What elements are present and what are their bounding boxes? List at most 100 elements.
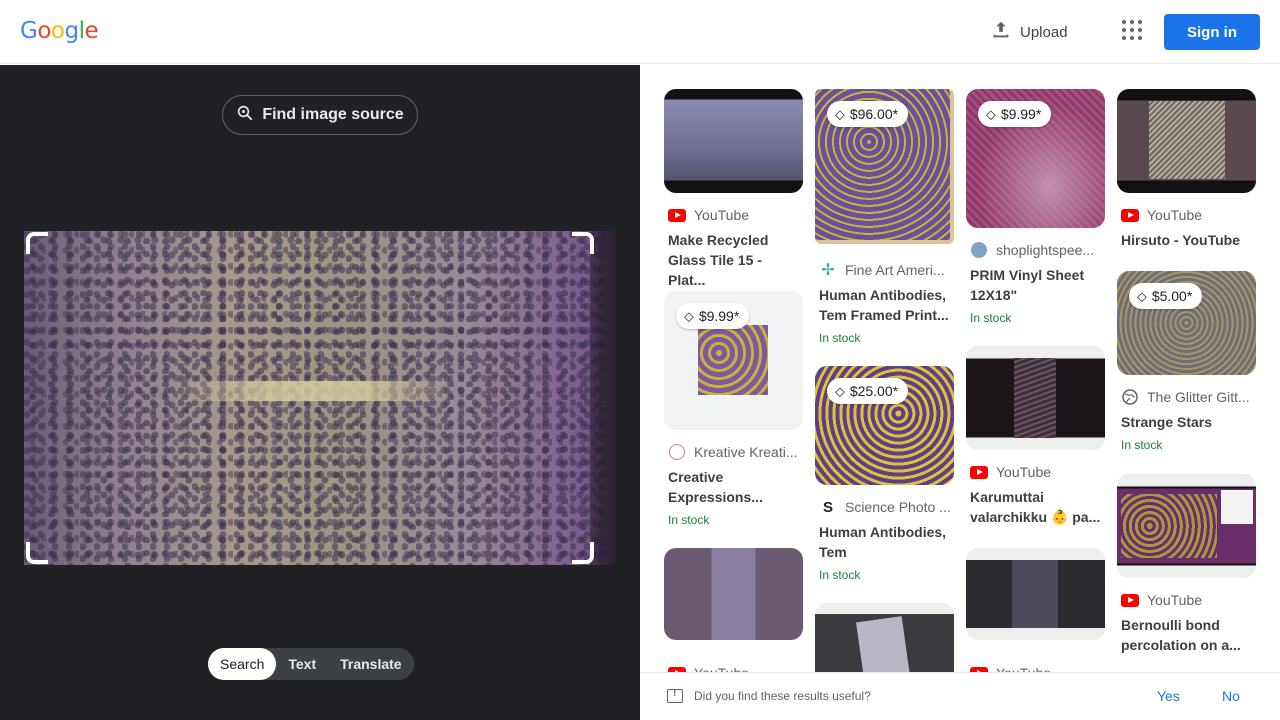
feedback-bar: Did you find these results useful? Yes N… xyxy=(640,672,1280,720)
selected-image xyxy=(24,231,616,565)
result-title[interactable]: Human Antibodies, Tem xyxy=(819,522,951,562)
price-tag: ⬦ $9.99* xyxy=(978,101,1052,127)
result-thumbnail[interactable]: ⬦ $25.00* xyxy=(815,366,954,485)
result-source-label: Kreative Kreati... xyxy=(694,444,798,460)
tag-icon: ⬦ xyxy=(835,382,845,399)
image-door xyxy=(1012,560,1058,628)
price-label: $9.99* xyxy=(698,308,740,324)
result-thumbnail[interactable] xyxy=(966,346,1105,450)
result-title[interactable]: PRIM Vinyl Sheet 12X18" xyxy=(970,265,1102,305)
sign-in-button[interactable]: Sign in xyxy=(1164,14,1260,50)
sciencephoto-icon: S xyxy=(822,498,833,516)
globe-icon xyxy=(1121,388,1139,406)
logo-letter: o xyxy=(37,18,51,44)
result-thumbnail[interactable] xyxy=(815,603,954,683)
result-thumbnail[interactable] xyxy=(664,548,803,640)
tag-icon: ⬦ xyxy=(1137,287,1147,304)
feedback-question: Did you find these results useful? xyxy=(694,689,871,703)
result-thumbnail[interactable]: ⬦ $9.99* xyxy=(966,89,1105,228)
crop-handle-top-right[interactable] xyxy=(572,232,594,254)
stock-status: In stock xyxy=(819,568,861,582)
product-photo xyxy=(698,325,768,395)
logo-letter: o xyxy=(50,18,65,44)
mode-text[interactable]: Text xyxy=(276,648,328,680)
google-logo[interactable]: Google xyxy=(20,18,99,44)
result-thumbnail[interactable]: ⬦ $9.99* xyxy=(664,291,803,430)
upload-button[interactable]: Upload xyxy=(990,18,1068,46)
result-source-label: YouTube xyxy=(996,464,1052,480)
image-lattice xyxy=(1121,494,1217,558)
result-source: S Science Photo ... xyxy=(819,498,958,516)
results-panel: YouTube Make Recycled Glass Tile 15 - Pl… xyxy=(640,65,1280,720)
stock-status: In stock xyxy=(970,311,1012,325)
result-source-label: Science Photo ... xyxy=(845,499,951,515)
result-source: YouTube xyxy=(1121,206,1260,224)
price-label: $5.00* xyxy=(1151,288,1193,304)
lens-search-icon xyxy=(236,104,254,127)
result-source: ✢ Fine Art Ameri... xyxy=(819,261,958,279)
lens-mode-switch: Search Text Translate xyxy=(208,648,414,680)
price-tag: ⬦ $9.99* xyxy=(676,303,750,329)
result-title[interactable]: Creative Expressions... xyxy=(668,467,800,507)
tag-icon: ⬦ xyxy=(986,105,996,122)
price-label: $9.99* xyxy=(1000,106,1042,122)
result-title[interactable]: Bernoulli bond percolation on a... xyxy=(1121,615,1253,655)
crop-handle-bottom-right[interactable] xyxy=(572,542,594,564)
image-texture xyxy=(1149,101,1225,179)
result-source: Kreative Kreati... xyxy=(668,443,807,461)
result-source: The Glitter Gitt... xyxy=(1121,388,1260,406)
upload-icon xyxy=(990,19,1012,45)
result-title[interactable]: Make Recycled Glass Tile 15 - Plat... xyxy=(668,230,800,290)
result-source-label: YouTube xyxy=(1147,207,1203,223)
youtube-icon xyxy=(970,463,988,481)
price-tag: ⬦ $96.00* xyxy=(827,101,909,127)
result-title[interactable]: Karumuttai valarchikku 👶 pa... xyxy=(970,487,1102,527)
youtube-icon xyxy=(1121,591,1139,609)
find-image-source-button[interactable]: Find image source xyxy=(222,95,418,135)
upload-label: Upload xyxy=(1020,23,1068,41)
fineart-icon: ✢ xyxy=(821,262,835,279)
result-source: YouTube xyxy=(970,463,1109,481)
price-label: $25.00* xyxy=(849,383,899,399)
result-thumbnail[interactable] xyxy=(664,89,803,193)
tag-icon: ⬦ xyxy=(684,307,694,324)
result-source: shoplightspee... xyxy=(970,241,1109,259)
feedback-icon xyxy=(667,688,683,703)
result-source: YouTube xyxy=(1121,591,1260,609)
result-source-label: The Glitter Gitt... xyxy=(1147,389,1250,405)
mode-translate[interactable]: Translate xyxy=(328,648,413,680)
result-title[interactable]: Human Antibodies, Tem Framed Print... xyxy=(819,285,951,325)
crop-handle-top-left[interactable] xyxy=(26,232,48,254)
image-dim-region xyxy=(590,231,616,565)
mode-search[interactable]: Search xyxy=(208,648,277,680)
result-thumbnail[interactable]: ⬦ $96.00* xyxy=(815,89,954,244)
logo-letter: g xyxy=(64,18,79,44)
feedback-no-button[interactable]: No xyxy=(1222,688,1240,704)
lens-panel: Find image source Search Text Translate xyxy=(0,65,640,720)
result-source: YouTube xyxy=(668,206,807,224)
logo-letter: e xyxy=(84,18,99,44)
result-title[interactable]: Strange Stars xyxy=(1121,412,1253,432)
feedback-yes-button[interactable]: Yes xyxy=(1157,688,1180,704)
result-source-label: YouTube xyxy=(1147,592,1203,608)
stock-status: In stock xyxy=(819,331,861,345)
result-thumbnail[interactable]: ⬦ $5.00* xyxy=(1117,271,1256,375)
kreative-icon xyxy=(668,443,686,461)
logo-letter: G xyxy=(20,18,38,44)
result-source-label: shoplightspee... xyxy=(996,242,1095,258)
result-thumbnail[interactable] xyxy=(966,548,1105,640)
result-thumbnail[interactable] xyxy=(1117,474,1256,578)
top-header: Google Upload Sign in xyxy=(0,0,1280,64)
price-label: $96.00* xyxy=(849,106,899,122)
price-tag: ⬦ $5.00* xyxy=(1129,283,1203,309)
image-panel xyxy=(1221,490,1253,524)
result-title[interactable]: Hirsuto - YouTube xyxy=(1121,230,1253,250)
youtube-icon xyxy=(1121,206,1139,224)
crop-handle-bottom-left[interactable] xyxy=(26,542,48,564)
image-leaf xyxy=(1014,358,1056,438)
shoplightspeed-icon xyxy=(970,241,988,259)
apps-grid-icon[interactable] xyxy=(1120,18,1144,42)
result-thumbnail[interactable] xyxy=(1117,89,1256,193)
price-tag: ⬦ $25.00* xyxy=(827,378,909,404)
stock-status: In stock xyxy=(668,513,710,527)
